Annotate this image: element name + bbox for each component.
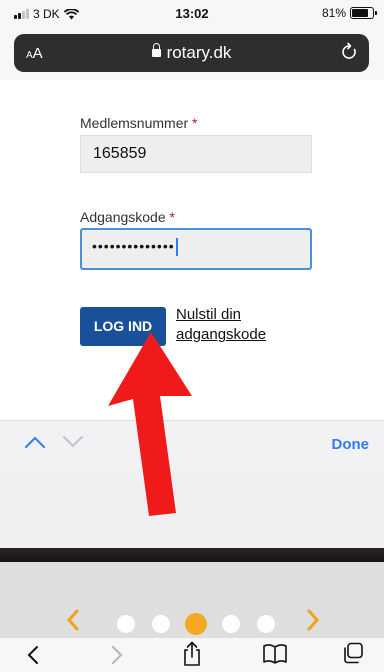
page-indicator-area bbox=[0, 562, 384, 638]
battery-percent: 81% bbox=[321, 6, 346, 20]
forward-icon[interactable] bbox=[110, 644, 124, 666]
page-dot[interactable] bbox=[117, 615, 135, 633]
back-icon[interactable] bbox=[26, 644, 40, 666]
dark-strip bbox=[0, 548, 384, 562]
url-display[interactable]: rotary.dk bbox=[14, 43, 369, 63]
address-bar[interactable]: AA rotary.dk bbox=[14, 34, 369, 72]
page-dot[interactable] bbox=[222, 615, 240, 633]
password-input[interactable]: •••••••••••••• bbox=[80, 228, 312, 270]
page-dot[interactable] bbox=[257, 615, 275, 633]
reload-icon[interactable] bbox=[341, 42, 359, 62]
member-number-input[interactable]: 165859 bbox=[80, 135, 312, 173]
done-button[interactable]: Done bbox=[332, 436, 370, 453]
next-field-icon[interactable] bbox=[62, 435, 84, 449]
battery-fill bbox=[352, 9, 369, 17]
status-right: 81% bbox=[321, 6, 377, 20]
browser-header: AA rotary.dk bbox=[0, 28, 384, 80]
battery-icon bbox=[350, 7, 377, 19]
previous-field-icon[interactable] bbox=[24, 435, 46, 449]
share-icon[interactable] bbox=[182, 641, 202, 667]
page-dot[interactable] bbox=[152, 615, 170, 633]
member-number-label: Medlemsnummer * bbox=[80, 115, 198, 131]
page-dot-active[interactable] bbox=[185, 613, 207, 635]
url-domain: rotary.dk bbox=[166, 43, 232, 62]
bookmarks-icon[interactable] bbox=[262, 643, 288, 665]
red-arrow-annotation bbox=[108, 332, 192, 516]
tabs-icon[interactable] bbox=[342, 642, 364, 664]
lock-icon bbox=[151, 43, 161, 57]
password-label: Adgangskode * bbox=[80, 209, 175, 225]
chevron-left-icon[interactable] bbox=[66, 609, 80, 631]
text-caret bbox=[175, 238, 178, 257]
chevron-right-icon[interactable] bbox=[306, 609, 320, 631]
status-bar: 3 DK 13:02 81% bbox=[0, 0, 384, 28]
browser-toolbar bbox=[0, 638, 384, 672]
